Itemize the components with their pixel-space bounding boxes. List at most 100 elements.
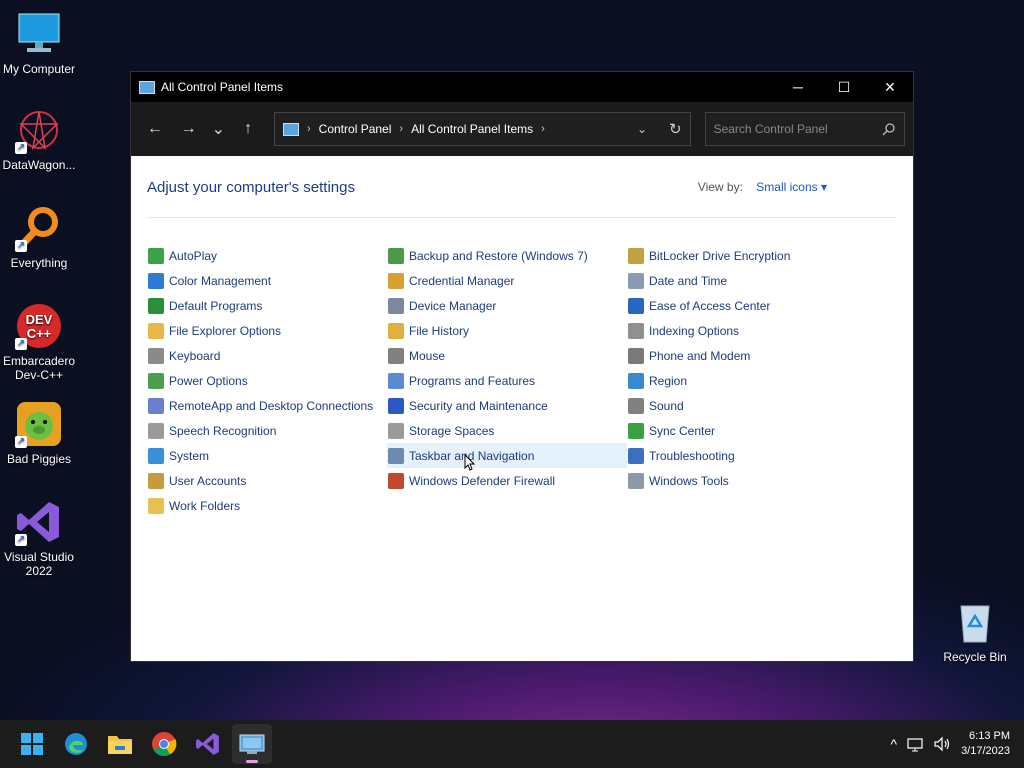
item-label: Work Folders <box>169 498 241 513</box>
ease-of-access-center-icon <box>628 297 644 314</box>
item-label: Color Management <box>169 273 272 288</box>
item-ease-of-access-center[interactable]: Ease of Access Center <box>627 293 867 318</box>
item-bitlocker-drive-encryption[interactable]: BitLocker Drive Encryption <box>627 243 867 268</box>
item-label: Device Manager <box>409 298 497 313</box>
item-date-and-time[interactable]: Date and Time <box>627 268 867 293</box>
divider <box>147 217 897 218</box>
taskbar-edge[interactable] <box>56 724 96 764</box>
breadcrumb-control-panel[interactable]: Control Panel <box>319 122 392 136</box>
desktop-icon-recycle-bin[interactable]: Recycle Bin <box>936 598 1014 664</box>
refresh-button[interactable]: ↻ <box>669 120 682 138</box>
item-region[interactable]: Region <box>627 368 867 393</box>
item-credential-manager[interactable]: Credential Manager <box>387 268 627 293</box>
item-indexing-options[interactable]: Indexing Options <box>627 318 867 343</box>
date-and-time-icon <box>628 272 644 289</box>
autoplay-icon <box>148 247 164 264</box>
taskbar: ^ 6:13 PM 3/17/2023 <box>0 720 1024 768</box>
item-storage-spaces[interactable]: Storage Spaces <box>387 418 627 443</box>
desktop-icon-visual-studio[interactable]: ↗ Visual Studio 2022 <box>0 498 78 578</box>
item-phone-and-modem[interactable]: Phone and Modem <box>627 343 867 368</box>
item-work-folders[interactable]: Work Folders <box>147 493 387 518</box>
desktop-icon-label: My Computer <box>2 62 76 76</box>
item-color-management[interactable]: Color Management <box>147 268 387 293</box>
item-taskbar-and-navigation[interactable]: Taskbar and Navigation <box>387 443 627 468</box>
address-dropdown-button[interactable]: ⌄ <box>637 122 647 136</box>
item-autoplay[interactable]: AutoPlay <box>147 243 387 268</box>
view-by-dropdown[interactable]: Small icons ▾ <box>756 180 827 194</box>
window-title: All Control Panel Items <box>161 80 284 94</box>
item-device-manager[interactable]: Device Manager <box>387 293 627 318</box>
item-mouse[interactable]: Mouse <box>387 343 627 368</box>
chevron-right-icon[interactable]: › <box>307 123 311 135</box>
search-box[interactable] <box>704 112 906 146</box>
shortcut-arrow-icon: ↗ <box>15 436 27 448</box>
minimize-button[interactable]: ─ <box>775 72 821 102</box>
desktop-icon-datawagon[interactable]: ↗ DataWagon... <box>0 106 78 172</box>
maximize-button[interactable]: ☐ <box>821 72 867 102</box>
item-power-options[interactable]: Power Options <box>147 368 387 393</box>
items-grid: AutoPlay Color Management Default Programs… <box>147 243 897 518</box>
item-file-explorer-options[interactable]: File Explorer Options <box>147 318 387 343</box>
forward-button[interactable]: → <box>173 113 205 145</box>
item-label: File History <box>409 323 470 338</box>
device-manager-icon <box>388 297 404 314</box>
svg-text:C++: C++ <box>27 326 52 341</box>
up-button[interactable]: ↑ <box>232 113 264 145</box>
speech-recognition-icon <box>148 422 164 439</box>
region-icon <box>628 372 644 389</box>
item-remoteapp-and-desktop-connections[interactable]: RemoteApp and Desktop Connections <box>147 393 387 418</box>
clock[interactable]: 6:13 PM 3/17/2023 <box>961 729 1010 759</box>
recycle-bin-icon <box>951 598 999 646</box>
title-bar[interactable]: All Control Panel Items ─ ☐ ✕ <box>131 72 913 102</box>
item-windows-defender-firewall[interactable]: Windows Defender Firewall <box>387 468 627 493</box>
item-speech-recognition[interactable]: Speech Recognition <box>147 418 387 443</box>
item-label: Phone and Modem <box>649 348 751 363</box>
item-keyboard[interactable]: Keyboard <box>147 343 387 368</box>
item-sync-center[interactable]: Sync Center <box>627 418 867 443</box>
monitor-icon <box>15 10 63 58</box>
search-input[interactable] <box>713 122 883 136</box>
show-hidden-icons-button[interactable]: ^ <box>890 736 897 752</box>
edge-icon <box>65 733 87 755</box>
item-programs-and-features[interactable]: Programs and Features <box>387 368 627 393</box>
back-button[interactable]: ← <box>139 113 171 145</box>
breadcrumb-all-items[interactable]: All Control Panel Items <box>411 122 533 136</box>
system-tray: ^ 6:13 PM 3/17/2023 <box>890 720 1010 768</box>
chevron-right-icon[interactable]: › <box>399 123 403 135</box>
volume-icon[interactable] <box>933 736 951 752</box>
desktop-icon-my-computer[interactable]: My Computer <box>0 10 78 76</box>
taskbar-control-panel[interactable] <box>232 724 272 764</box>
item-user-accounts[interactable]: User Accounts <box>147 468 387 493</box>
item-system[interactable]: System <box>147 443 387 468</box>
item-windows-tools[interactable]: Windows Tools <box>627 468 867 493</box>
item-sound[interactable]: Sound <box>627 393 867 418</box>
start-button[interactable] <box>12 724 52 764</box>
item-file-history[interactable]: File History <box>387 318 627 343</box>
datawagon-icon: ↗ <box>15 106 63 154</box>
desktop-icon-everything[interactable]: ↗ Everything <box>0 204 78 270</box>
item-label: File Explorer Options <box>169 323 282 338</box>
control-panel-icon <box>139 80 155 94</box>
item-security-and-maintenance[interactable]: Security and Maintenance <box>387 393 627 418</box>
desktop-icon-label: Everything <box>10 256 68 270</box>
recent-locations-button[interactable]: ⌄ <box>206 113 230 145</box>
taskbar-chrome[interactable] <box>144 724 184 764</box>
desktop-icon-devcpp[interactable]: DEV C++ ↗ Embarcadero Dev-C++ <box>0 302 78 382</box>
troubleshooting-icon <box>628 447 644 464</box>
desktop-icon-label: Embarcadero Dev-C++ <box>2 354 76 382</box>
search-icon[interactable] <box>882 122 896 136</box>
item-backup-and-restore-windows-7[interactable]: Backup and Restore (Windows 7) <box>387 243 627 268</box>
indexing-options-icon <box>628 322 644 339</box>
item-default-programs[interactable]: Default Programs <box>147 293 387 318</box>
svg-text:DEV: DEV <box>26 312 53 327</box>
address-bar[interactable]: › Control Panel › All Control Panel Item… <box>274 112 691 146</box>
item-troubleshooting[interactable]: Troubleshooting <box>627 443 867 468</box>
chevron-right-icon[interactable]: › <box>541 123 545 135</box>
taskbar-visual-studio[interactable] <box>188 724 228 764</box>
close-button[interactable]: ✕ <box>867 72 913 102</box>
desktop-icon-bad-piggies[interactable]: ↗ Bad Piggies <box>0 400 78 466</box>
security-and-maintenance-icon <box>388 397 404 414</box>
taskbar-file-explorer[interactable] <box>100 724 140 764</box>
control-panel-window: All Control Panel Items ─ ☐ ✕ ← → ⌄ ↑ › … <box>130 71 914 662</box>
network-icon[interactable] <box>907 736 923 752</box>
